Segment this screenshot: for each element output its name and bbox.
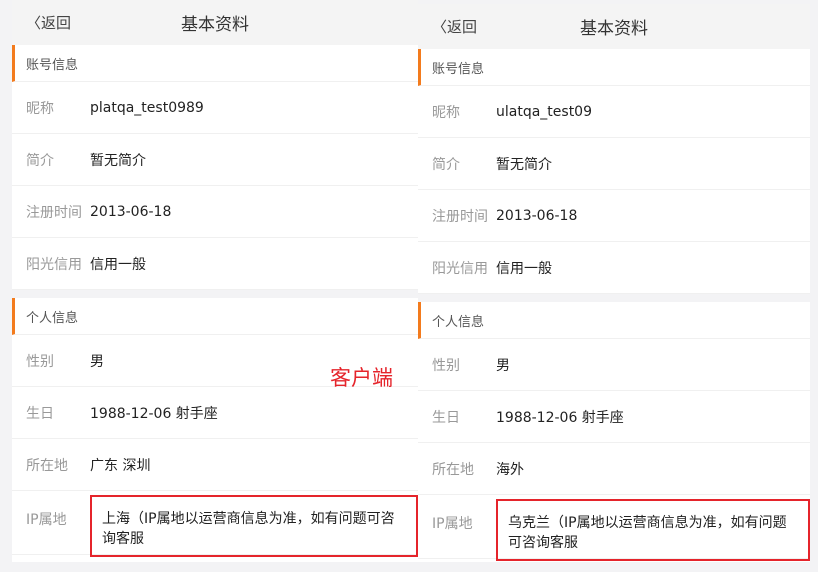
info-row[interactable]: 生日 1988-12-06 射手座 <box>418 391 810 443</box>
row-value: 信用一般 <box>90 256 146 273</box>
row-label: 阳光信用 <box>26 256 82 273</box>
info-row[interactable]: 注册时间 2013-06-18 <box>12 186 418 238</box>
ip-location-row: IP属地 乌克兰（IP属地以运营商信息为准，如有问题可咨询客服 <box>418 495 810 561</box>
row-label: 所在地 <box>432 461 474 478</box>
info-row[interactable]: 所在地 海外 <box>418 443 810 495</box>
row-label: 昵称 <box>26 100 54 117</box>
info-row[interactable]: 性别 男 <box>418 339 810 391</box>
info-row[interactable]: 简介 暂无简介 <box>418 138 810 190</box>
page-title: 基本资料 <box>181 15 249 35</box>
row-value: 男 <box>496 357 510 374</box>
back-button[interactable]: 〈返回 <box>432 16 477 37</box>
row-label: 注册时间 <box>26 204 82 221</box>
row-label: 性别 <box>432 357 460 374</box>
ip-location-value-highlighted: 上海（IP属地以运营商信息为准，如有问题可咨询客服 <box>90 495 418 557</box>
row-value: 广东 深圳 <box>90 457 151 474</box>
chevron-left-icon: 〈 <box>26 14 42 32</box>
nav-header: 〈返回 基本资料 <box>418 4 810 49</box>
info-row[interactable]: 所在地 广东 深圳 <box>12 439 418 491</box>
row-label: 性别 <box>26 353 54 370</box>
row-value: 2013-06-18 <box>90 203 172 220</box>
section-account-info: 账号信息 <box>418 49 810 86</box>
ip-location-value-highlighted: 乌克兰（IP属地以运营商信息为准，如有问题可咨询客服 <box>496 499 810 561</box>
section-personal-info: 个人信息 <box>418 302 810 339</box>
row-value: platqa_test0989 <box>90 99 204 116</box>
info-row[interactable]: 生日 1988-12-06 射手座 <box>12 387 418 439</box>
row-value: 2013-06-18 <box>496 207 578 224</box>
back-label: 返回 <box>447 18 478 36</box>
ip-location-row: IP属地 上海（IP属地以运营商信息为准，如有问题可咨询客服 <box>12 491 418 557</box>
row-label: 生日 <box>432 409 460 426</box>
info-row[interactable]: 昵称 platqa_test0989 <box>12 82 418 134</box>
row-label: 所在地 <box>26 457 68 474</box>
back-label: 返回 <box>41 14 72 32</box>
row-value: ulatqa_test09 <box>496 103 592 120</box>
row-value: 男 <box>90 353 104 370</box>
section-account-info: 账号信息 <box>12 45 418 82</box>
chevron-left-icon: 〈 <box>432 18 448 36</box>
row-label: 生日 <box>26 405 54 422</box>
row-label: 昵称 <box>432 104 460 121</box>
info-row[interactable]: 昵称 ulatqa_test09 <box>418 86 810 138</box>
row-value: 暂无简介 <box>90 152 146 169</box>
profile-panel-right: 〈返回 基本资料 账号信息昵称 ulatqa_test09 简介 暂无简介注册时间 2013… <box>418 4 810 562</box>
nav-header: 〈返回 基本资料 <box>12 0 418 45</box>
profile-panel-left: 〈返回 基本资料账号信息昵称 platqa_test0989 简介 暂无简介注册时间 20… <box>12 0 418 562</box>
row-value: 1988-12-06 射手座 <box>496 409 624 426</box>
info-row[interactable]: 阳光信用 信用一般 <box>12 238 418 290</box>
row-value: 海外 <box>496 461 524 478</box>
row-label: IP属地 <box>432 516 473 532</box>
row-label: 简介 <box>26 152 54 169</box>
info-row[interactable]: 阳光信用 信用一般 <box>418 242 810 294</box>
row-label: 阳光信用 <box>432 260 488 277</box>
row-label: IP属地 <box>26 512 67 528</box>
section-personal-info: 个人信息 <box>12 298 418 335</box>
section-divider <box>418 294 810 302</box>
section-divider <box>12 290 418 298</box>
row-label: 简介 <box>432 156 460 173</box>
row-value: 信用一般 <box>496 260 552 277</box>
info-row[interactable]: 注册时间 2013-06-18 <box>418 190 810 242</box>
client-annotation: 客户端 <box>330 366 393 390</box>
back-button[interactable]: 〈返回 <box>26 12 71 33</box>
info-row[interactable]: 简介 暂无简介 <box>12 134 418 186</box>
row-value: 暂无简介 <box>496 156 552 173</box>
row-label: 注册时间 <box>432 208 488 225</box>
row-value: 1988-12-06 射手座 <box>90 405 218 422</box>
